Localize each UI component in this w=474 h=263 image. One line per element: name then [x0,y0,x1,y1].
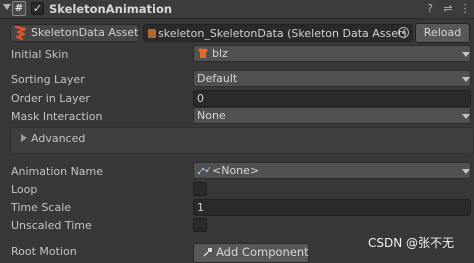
chevron-down-icon [462,77,470,82]
animation-icon [197,166,211,175]
time-scale-value: 1 [197,201,204,214]
chevron-down-icon [462,52,470,57]
initial-skin-value: blz [212,47,228,60]
loop-label: Loop [11,183,38,196]
loop-checkbox[interactable] [193,182,207,196]
component-title: SkeletonAnimation [49,2,173,16]
animation-name-value: <None> [212,164,260,177]
foldout-arrow-icon[interactable] [3,4,11,10]
sorting-layer-value: Default [197,72,238,85]
time-scale-label: Time Scale [11,201,72,214]
spine-logo-icon [14,25,27,40]
order-in-layer-value: 0 [197,92,204,105]
unscaled-time-checkbox[interactable] [193,218,207,232]
initial-skin-label: Initial Skin [11,48,69,61]
skeleton-data-label: SkeletonData Asset [31,26,139,39]
mask-interaction-dropdown[interactable] [193,107,471,124]
order-in-layer-field[interactable] [193,90,471,107]
mask-interaction-label: Mask Interaction [11,110,103,123]
chevron-right-icon[interactable] [21,134,27,142]
sorting-layer-label: Sorting Layer [11,73,85,86]
mask-interaction-value: None [197,109,226,122]
watermark: CSDN @张不无 [368,236,455,250]
script-icon: # [12,1,26,16]
preset-icon[interactable]: ⇌ [441,2,455,16]
component-enabled-checkbox[interactable]: ✓ [31,2,44,15]
reload-button[interactable]: Reload [415,23,470,43]
advanced-label: Advanced [31,132,86,145]
root-motion-label: Root Motion [11,245,77,258]
animation-name-label: Animation Name [11,165,104,178]
time-scale-field[interactable] [193,199,471,216]
chevron-down-icon [462,114,470,119]
unscaled-time-label: Unscaled Time [11,219,92,232]
skeleton-data-value: skeleton_SkeletonData (Skeleton Data Ass… [158,27,407,40]
order-in-layer-label: Order in Layer [11,92,90,105]
help-icon[interactable]: ? [423,2,437,16]
skin-icon [198,48,208,58]
initial-skin-dropdown[interactable] [193,45,471,62]
add-component-icon [203,248,212,257]
chevron-down-icon [462,169,470,174]
skeleton-data-asset-icon [148,29,156,38]
object-picker-icon[interactable] [398,27,409,38]
more-icon[interactable]: ⋮ [458,2,472,16]
